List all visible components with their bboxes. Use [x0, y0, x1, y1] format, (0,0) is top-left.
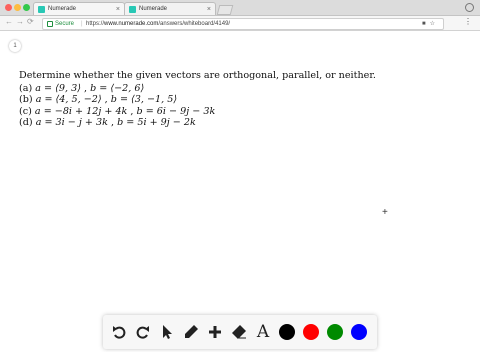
- back-arrow-icon[interactable]: ←: [5, 17, 13, 26]
- color-red-button[interactable]: [303, 324, 319, 340]
- browser-tab-bar: Numerade × Numerade ×: [0, 0, 480, 16]
- separator: |: [81, 21, 83, 27]
- window-minimize-button[interactable]: [14, 4, 21, 11]
- vector-a: a = 3i − j + 3k: [35, 116, 108, 128]
- window-maximize-button[interactable]: [23, 4, 30, 11]
- window-close-button[interactable]: [5, 4, 12, 11]
- vector-b: b = ⟨−2, 6⟩: [90, 83, 145, 95]
- tab-close-icon[interactable]: ×: [207, 3, 211, 16]
- undo-icon[interactable]: [111, 324, 127, 340]
- color-green-button[interactable]: [327, 324, 343, 340]
- vector-b: b = ⟨3, −1, 5⟩: [110, 94, 178, 106]
- pen-icon[interactable]: [183, 324, 199, 340]
- address-bar-row: ← → ⟳ Secure | https://www.numerade.com/…: [0, 16, 480, 31]
- url-path: /answers/whiteboard/4149/: [158, 21, 231, 27]
- numerade-favicon-icon: [38, 6, 45, 13]
- problem-text: Determine whether the given vectors are …: [19, 70, 419, 128]
- tab-title: Numerade: [48, 6, 77, 12]
- vector-b: b = 5i + 9j − 2k: [117, 116, 196, 128]
- eraser-icon[interactable]: [231, 324, 247, 340]
- color-black-button[interactable]: [279, 324, 295, 340]
- add-icon[interactable]: [207, 324, 223, 340]
- page-number-badge[interactable]: 1: [9, 40, 21, 52]
- text-icon[interactable]: A: [255, 322, 271, 342]
- url-input[interactable]: Secure | https://www.numerade.com/answer…: [42, 18, 444, 30]
- url-host: www.numerade.com: [104, 21, 159, 27]
- color-blue-button[interactable]: [351, 324, 367, 340]
- vector-a: a = ⟨9, 3⟩: [35, 83, 81, 95]
- profile-icon[interactable]: [465, 3, 474, 12]
- vector-a: a = ⟨4, 5, −2⟩: [35, 94, 102, 106]
- item-label: (c): [19, 105, 32, 117]
- browser-tab-1[interactable]: Numerade ×: [33, 2, 125, 15]
- url-scheme: https://: [86, 21, 105, 27]
- problem-item-d: (d) a = 3i − j + 3k , b = 5i + 9j − 2k: [19, 116, 196, 128]
- tab-close-icon[interactable]: ×: [116, 3, 120, 16]
- forward-arrow-icon[interactable]: →: [16, 17, 24, 26]
- item-label: (d): [19, 116, 33, 128]
- camera-icon[interactable]: ■☆: [422, 19, 439, 29]
- secure-label: Secure: [55, 21, 75, 27]
- vector-b: b = 6i − 9j − 3k: [136, 105, 216, 117]
- new-tab-button[interactable]: [216, 5, 234, 15]
- tab-title: Numerade: [139, 6, 168, 12]
- numerade-favicon-icon: [129, 6, 136, 13]
- item-label: (b): [19, 94, 33, 106]
- crosshair-cursor-icon: +: [382, 207, 388, 218]
- drawing-toolbar: A: [103, 315, 377, 349]
- vector-a: a = −8i + 12j + 4k: [34, 105, 128, 117]
- pointer-icon[interactable]: [159, 324, 175, 340]
- browser-tab-2[interactable]: Numerade ×: [124, 2, 216, 15]
- redo-icon[interactable]: [135, 324, 151, 340]
- problem-item-c: (c) a = −8i + 12j + 4k , b = 6i − 9j − 3…: [19, 105, 216, 117]
- menu-icon[interactable]: ⋮: [464, 17, 472, 26]
- problem-item-b: (b) a = ⟨4, 5, −2⟩ , b = ⟨3, −1, 5⟩: [19, 94, 178, 106]
- lock-icon: [47, 21, 53, 27]
- reload-icon[interactable]: ⟳: [27, 17, 34, 26]
- item-label: (a): [19, 83, 33, 95]
- problem-item-a: (a) a = ⟨9, 3⟩ , b = ⟨−2, 6⟩: [19, 83, 145, 95]
- url-text: https://www.numerade.com/answers/whitebo…: [86, 19, 230, 29]
- question-text: Determine whether the given vectors are …: [19, 70, 376, 81]
